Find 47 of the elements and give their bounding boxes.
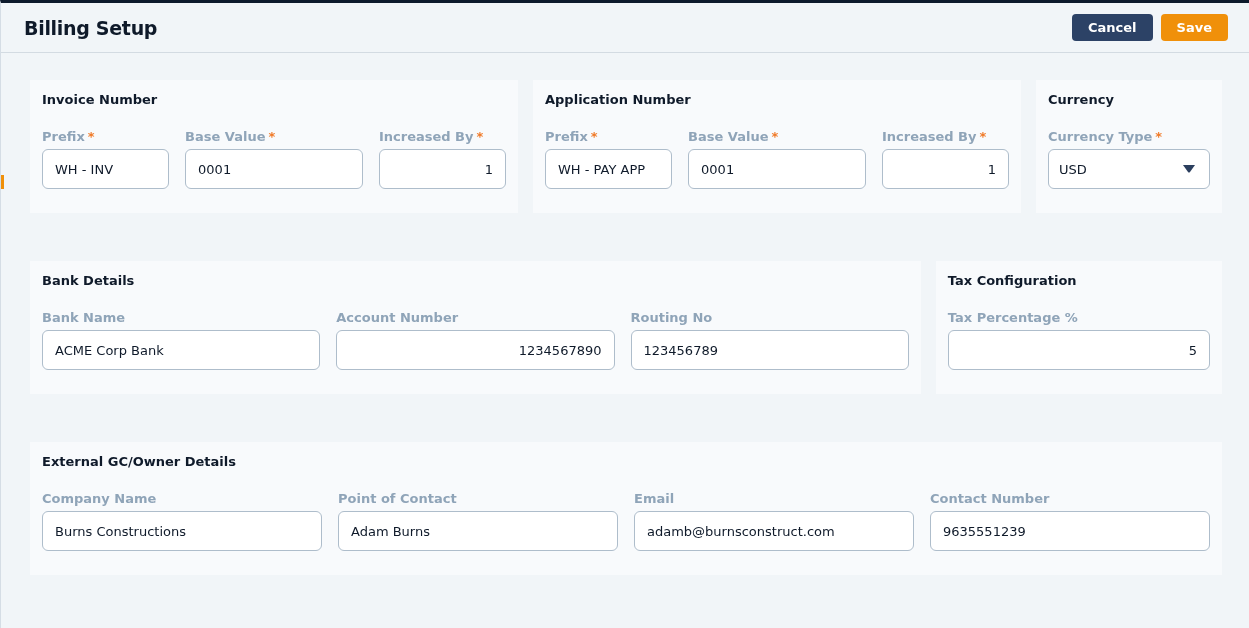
input-field[interactable]: 123456789 [630,330,909,370]
input-field[interactable]: ACME Corp Bank [42,330,321,370]
required-mark: * [87,129,95,144]
required-mark: * [476,129,484,144]
field-label: Currency Type [1048,129,1153,144]
input-field[interactable]: 0001 [688,149,866,189]
section-title: Application Number [545,92,692,107]
input-field[interactable]: 1 [881,149,1009,189]
input-field[interactable]: adamb@burnsconstruct.com [634,511,914,551]
cancel-button[interactable]: Cancel [1072,14,1153,41]
input-field[interactable]: Adam Burns [338,511,618,551]
field-label: Prefix [545,129,588,144]
field-label: Routing No [630,310,713,325]
required-mark: * [771,129,779,144]
field-label: Increased By [378,129,474,144]
section-title: External GC/Owner Details [42,454,237,469]
page-title: Billing Setup [24,16,158,39]
input-field[interactable]: 1234567890 [336,330,615,370]
required-mark: * [590,129,598,144]
input-field[interactable]: WH - PAY APP [545,149,673,189]
input-field[interactable]: Burns Constructions [42,511,322,551]
section-title: Invoice Number [42,92,159,107]
field-label: Email [634,491,675,506]
input-field[interactable]: WH - INV [42,149,170,189]
field-label: Bank Name [42,310,126,325]
required-mark: * [268,129,276,144]
select-field[interactable]: USD [1048,149,1210,189]
section-title: Bank Details [42,273,136,288]
field-label: Tax Percentage % [947,310,1078,325]
field-label: Account Number [336,310,459,325]
field-label: Base Value [688,129,769,144]
field-label: Prefix [42,129,85,144]
required-mark: * [979,129,987,144]
input-field[interactable]: 5 [947,330,1210,370]
input-field[interactable]: 1 [378,149,506,189]
field-label: Base Value [185,129,266,144]
caret-icon [1183,165,1195,173]
field-label: Point of Contact [338,491,457,506]
input-field[interactable]: 0001 [185,149,363,189]
edge-tab[interactable] [1,175,4,189]
section-title: Tax Configuration [947,273,1078,288]
field-label: Company Name [42,491,157,506]
field-label: Contact Number [930,491,1050,506]
field-label: Increased By [881,129,977,144]
required-mark: * [1155,129,1163,144]
input-field[interactable]: 9635551239 [930,511,1210,551]
section-title: Currency [1048,92,1115,107]
